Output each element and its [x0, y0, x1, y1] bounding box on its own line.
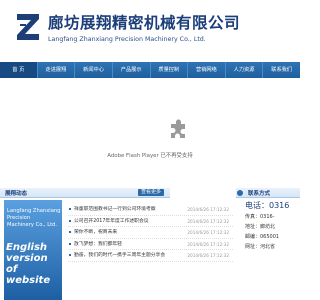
english-site-banner[interactable]: Langfang Zhanxiang Precision Machinery C…	[4, 200, 62, 300]
nav-item-quality[interactable]: 质量控制	[151, 62, 189, 78]
news-date: 2014/6/26 17:12:32	[187, 207, 229, 212]
promo-line-1: Langfang Zhanxiang Precision	[7, 208, 61, 221]
promo-line-2: Machinery Co., Ltd.	[7, 222, 58, 228]
list-item[interactable]: 荣你不断，祝商未来 2014/6/26 17:12:32	[68, 227, 233, 239]
company-name-cn: 廊坊展翔精密机械有限公司	[48, 14, 241, 32]
news-date: 2014/6/26 17:12:32	[187, 218, 229, 224]
news-list: 祥童职范围教书记—行到公司环境考察 2014/6/26 17:12:32 公司召…	[68, 204, 233, 262]
contact-web: 网址：河北省	[245, 244, 276, 250]
nav-item-about[interactable]: 走进展翔	[38, 62, 76, 78]
news-title[interactable]: 祥童职范围教书记—行到公司环境考察	[74, 204, 156, 215]
news-title[interactable]: 荣你不断，祝商未来	[74, 227, 117, 238]
site-header: 廊坊展翔精密机械有限公司 Langfang Zhanxiang Precisio…	[0, 0, 300, 56]
nav-item-news[interactable]: 新闻中心	[75, 62, 113, 78]
puzzle-piece-icon	[171, 119, 185, 138]
nav-item-marketing[interactable]: 营销网络	[188, 62, 226, 78]
company-name-en: Langfang Zhanxiang Precision Machinery C…	[48, 36, 206, 43]
contact-info: 电话：0316 传真：0316- 地址：廊坊北 邮编：065001 网址：河北省	[236, 200, 300, 252]
contact-section-header: 联系方式	[236, 188, 300, 198]
bullet-icon	[69, 208, 71, 210]
list-item[interactable]: 公司召开2017年年度工作述职会议 2014/6/26 17:12:32	[68, 216, 233, 227]
flash-unsupported-message: Adobe Flash Player 已不再受支持	[107, 153, 193, 159]
bullet-icon	[69, 231, 71, 233]
main-nav: 首 页 走进展翔 新闻中心 产品展示 质量控制 营销网络 人力资源 联系我们	[0, 62, 300, 78]
company-logo-icon[interactable]	[14, 10, 42, 44]
nav-item-hr[interactable]: 人力资源	[226, 62, 264, 78]
contact-phone: 电话：0316	[245, 201, 290, 210]
news-section-header: 展翔动态 查看更多	[0, 188, 170, 198]
list-item[interactable]: 放飞梦想：我们都年轻 2014/6/26 17:12:32	[68, 239, 233, 250]
news-date: 2014/6/26 17:12:32	[187, 230, 229, 235]
english-version-label: English version of website	[6, 242, 51, 286]
nav-item-home[interactable]: 首 页	[0, 62, 38, 78]
contact-section-title: 联系方式	[248, 191, 271, 197]
news-date: 2014/6/26 17:12:32	[187, 253, 229, 258]
news-title[interactable]: 勤奋，我们的时代—携手三周年主题分享会	[74, 250, 165, 261]
bullet-icon	[69, 242, 71, 245]
contact-fax: 传真：0316-	[245, 214, 275, 220]
contact-zip: 邮编：065001	[245, 234, 280, 240]
phone-icon	[237, 190, 243, 196]
bullet-icon	[69, 254, 71, 256]
bullet-icon	[69, 219, 71, 222]
nav-item-products[interactable]: 产品展示	[113, 62, 151, 78]
promo-company-en: Langfang Zhanxiang Precision Machinery C…	[7, 208, 62, 229]
news-title[interactable]: 放飞梦想：我们都年轻	[74, 239, 122, 250]
nav-item-contact[interactable]: 联系我们	[263, 62, 300, 78]
news-date: 2014/6/26 17:12:32	[187, 241, 229, 247]
list-item[interactable]: 勤奋，我们的时代—携手三周年主题分享会 2014/6/26 17:12:32	[68, 250, 233, 262]
view-more-button[interactable]: 查看更多	[137, 189, 164, 196]
flash-banner	[0, 78, 300, 186]
contact-address: 地址：廊坊北	[245, 224, 276, 230]
news-title[interactable]: 公司召开2017年年度工作述职会议	[74, 216, 149, 227]
news-section-title: 展翔动态	[5, 191, 28, 197]
list-item[interactable]: 祥童职范围教书记—行到公司环境考察 2014/6/26 17:12:32	[68, 204, 233, 216]
